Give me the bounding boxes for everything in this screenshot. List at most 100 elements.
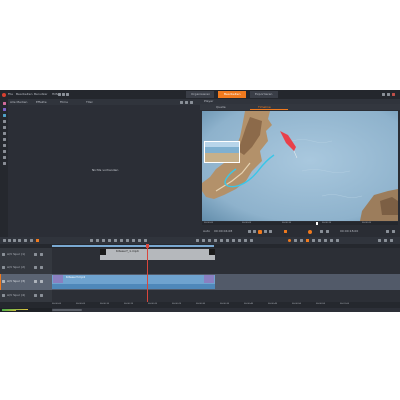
montage-tool-icon[interactable] — [2, 132, 6, 135]
audio-mute-icon[interactable] — [40, 280, 43, 283]
timeline-edit-icon[interactable] — [238, 239, 241, 242]
close-icon[interactable] — [392, 93, 395, 96]
fullscreen-icon[interactable] — [326, 230, 329, 233]
projects-tool-icon[interactable] — [2, 156, 6, 159]
library-tab-movies[interactable]: Filme — [60, 100, 68, 104]
effects-tool-icon[interactable] — [2, 108, 6, 111]
zoom-select[interactable]: Auto — [203, 230, 210, 233]
timeline-edit-icon[interactable] — [196, 239, 199, 242]
volume-icon[interactable] — [320, 230, 323, 233]
timeline-edit-icon[interactable] — [96, 239, 99, 242]
menu-user[interactable]: Benutzer — [34, 93, 48, 96]
audio-mute-icon[interactable] — [40, 266, 43, 269]
visibility-icon[interactable] — [34, 294, 37, 297]
timeline-tool-icon[interactable] — [18, 239, 21, 242]
video-clip-selected[interactable]: Kitesurf.mp4 — [52, 275, 215, 289]
player-expand-icon[interactable] — [392, 230, 395, 233]
timeline-edit-icon[interactable] — [108, 239, 111, 242]
view-icon[interactable] — [185, 100, 188, 104]
transition-tool-icon[interactable] — [2, 114, 6, 117]
timeline-edit-icon[interactable] — [232, 239, 235, 242]
timeline-edit-icon[interactable] — [336, 239, 339, 242]
text-tool-icon[interactable] — [2, 138, 6, 141]
menu-file[interactable]: File — [8, 93, 13, 96]
media-tool-icon[interactable] — [2, 102, 6, 105]
timeline-edit-icon[interactable] — [244, 239, 247, 242]
timeline-tool-icon[interactable] — [24, 239, 27, 242]
lock-icon[interactable] — [2, 280, 5, 283]
lock-icon[interactable] — [2, 266, 5, 269]
timeline-edit-icon[interactable] — [102, 239, 105, 242]
timeline-edit-icon[interactable] — [390, 239, 393, 242]
video-preview[interactable] — [202, 111, 398, 221]
video-clip[interactable]: Kitesurf_1.mp4 — [100, 249, 215, 260]
timeline-edit-icon[interactable] — [294, 239, 297, 242]
go-to-start-icon[interactable] — [248, 230, 251, 233]
bottom-ruler[interactable]: 00:00:00 00:00:05 00:00:10 00:00:15 00:0… — [0, 302, 400, 308]
maximize-icon[interactable] — [387, 93, 390, 96]
timeline-edit-icon[interactable] — [250, 239, 253, 242]
timeline-marker-icon[interactable] — [36, 239, 39, 242]
timeline-tool-icon[interactable] — [3, 239, 6, 242]
timeline-edit-icon[interactable] — [126, 239, 129, 242]
timeline-edit-icon[interactable] — [324, 239, 327, 242]
timeline-edit-icon[interactable] — [220, 239, 223, 242]
timeline-edit-icon[interactable] — [312, 239, 315, 242]
timeline-tool-icon[interactable] — [8, 239, 11, 242]
library-tab-all-media[interactable]: Alle Medien — [10, 100, 27, 104]
player-settings-icon[interactable] — [386, 230, 389, 233]
timeline-edit-icon[interactable] — [90, 239, 93, 242]
tab-organize[interactable]: Organisieren — [186, 91, 214, 98]
timeline-tool-icon[interactable] — [30, 239, 33, 242]
track-row[interactable]: A/V Spur (4) — [0, 290, 400, 302]
play-button[interactable] — [258, 229, 262, 234]
library-tab-effects[interactable]: Effekte — [36, 100, 47, 104]
track-row[interactable]: A/V Spur (2) — [0, 261, 400, 274]
timeline-edit-icon[interactable] — [114, 239, 117, 242]
save-icon[interactable] — [66, 93, 69, 96]
track-row[interactable]: A/V Spur (1) Kitesurf_1.mp4 — [0, 248, 400, 261]
minimize-icon[interactable] — [382, 93, 385, 96]
timeline-scrollbar[interactable] — [52, 309, 82, 311]
track-row-selected[interactable]: A/V Spur (3) Kitesurf.mp4 — [0, 274, 400, 290]
timeline-edit-icon[interactable] — [202, 239, 205, 242]
timeline-record-icon[interactable] — [288, 239, 291, 242]
sound-tool-icon[interactable] — [2, 150, 6, 153]
timeline-snap-icon[interactable] — [306, 239, 309, 242]
timeline-edit-icon[interactable] — [330, 239, 333, 242]
tab-timeline[interactable]: Timeline — [230, 104, 340, 110]
timeline-edit-icon[interactable] — [132, 239, 135, 242]
step-back-icon[interactable] — [253, 230, 256, 233]
timeline-edit-icon[interactable] — [378, 239, 381, 242]
player-ruler[interactable]: 00:00:00 00:00:05 00:00:10 00:00:15 00:0… — [202, 222, 398, 225]
timeline-edit-icon[interactable] — [384, 239, 387, 242]
step-forward-icon[interactable] — [264, 230, 267, 233]
audio-tool-icon[interactable] — [2, 126, 6, 129]
timeline-edit-icon[interactable] — [226, 239, 229, 242]
redo-icon[interactable] — [62, 93, 65, 96]
visibility-icon[interactable] — [34, 280, 37, 283]
menu-edit[interactable]: Bearbeiten — [16, 93, 32, 96]
visibility-icon[interactable] — [34, 253, 37, 256]
loop-icon[interactable] — [284, 230, 287, 233]
library-tab-titles[interactable]: Titel — [86, 100, 92, 104]
player-playhead-marker[interactable] — [316, 222, 318, 225]
visibility-icon[interactable] — [34, 266, 37, 269]
collections-tool-icon[interactable] — [2, 162, 6, 165]
timeline-edit-icon[interactable] — [214, 239, 217, 242]
tab-export[interactable]: Exportieren — [250, 91, 278, 98]
menu-tool-icon[interactable] — [2, 144, 6, 147]
timeline-tool-icon[interactable] — [13, 239, 16, 242]
timeline-edit-icon[interactable] — [144, 239, 147, 242]
lock-icon[interactable] — [2, 294, 5, 297]
timeline-edit-icon[interactable] — [318, 239, 321, 242]
title-tool-icon[interactable] — [2, 120, 6, 123]
lock-icon[interactable] — [2, 253, 5, 256]
timeline-edit-icon[interactable] — [120, 239, 123, 242]
timeline-playhead[interactable] — [147, 244, 148, 302]
audio-mute-icon[interactable] — [40, 253, 43, 256]
timeline-edit-icon[interactable] — [300, 239, 303, 242]
timeline-edit-icon[interactable] — [138, 239, 141, 242]
timeline-edit-icon[interactable] — [208, 239, 211, 242]
tab-edit[interactable]: Bearbeiten — [218, 91, 246, 98]
